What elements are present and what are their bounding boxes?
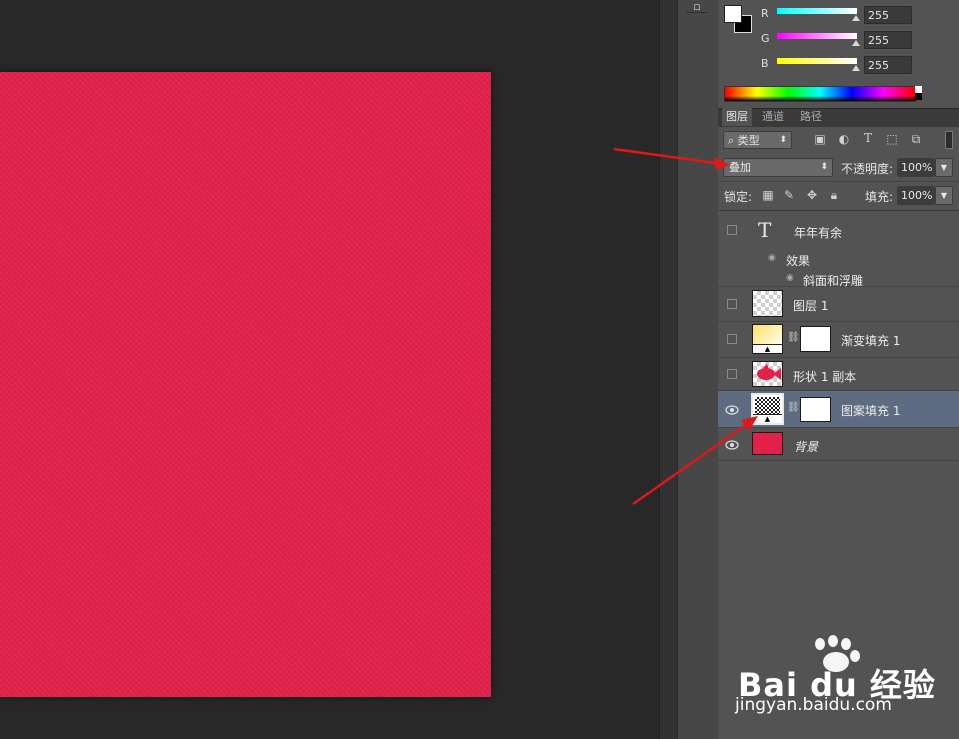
adjustment-marker-icon: ▲ <box>753 414 782 423</box>
fill-dropdown-button[interactable]: ▼ <box>935 186 953 205</box>
fill-label: 填充: <box>865 190 894 204</box>
divider <box>718 181 959 182</box>
layer-filter-value: 类型 <box>737 134 760 147</box>
effects-label: 效果 <box>786 254 811 268</box>
eye-icon[interactable] <box>725 439 739 450</box>
channel-r-slider-handle[interactable] <box>852 15 860 21</box>
layer-name[interactable]: 背景 <box>794 438 818 455</box>
dock-tool-button[interactable]: ▫ <box>686 0 708 13</box>
layer-name[interactable]: 形状 1 副本 <box>793 368 856 385</box>
search-icon: ⌕ <box>728 134 735 147</box>
eye-icon[interactable] <box>725 404 739 415</box>
chevron-down-icon: ▼ <box>940 163 948 172</box>
lock-paint-brush-icon[interactable]: ✎ <box>781 188 797 202</box>
fill-input[interactable]: 100% <box>897 186 935 205</box>
channel-b-input[interactable]: 255 <box>864 56 912 74</box>
watermark-url: jingyan.baidu.com <box>735 695 892 715</box>
visibility-toggle[interactable] <box>727 299 737 309</box>
layer-name[interactable]: 年年有余 <box>794 224 842 241</box>
chevron-down-icon: ▼ <box>940 191 948 200</box>
adjustment-filter-icon[interactable]: ◐ <box>836 132 852 146</box>
panel-collapse-strip <box>659 0 677 739</box>
smart-object-filter-icon[interactable]: ⧉ <box>908 132 924 147</box>
layer-mask-thumbnail[interactable] <box>800 326 831 352</box>
lock-label: 锁定: <box>724 190 753 204</box>
channel-g-label: G <box>761 32 770 45</box>
foreground-color-swatch[interactable] <box>724 5 742 23</box>
updown-arrow-icon: ⬍ <box>779 135 787 145</box>
opacity-input[interactable]: 100% <box>897 158 935 177</box>
pattern-thumbnail: ▲ <box>751 393 784 425</box>
shape-filter-icon[interactable]: ⬚ <box>884 132 900 146</box>
adjustment-marker-icon: ▲ <box>753 344 782 353</box>
pixel-filter-icon[interactable]: ▣ <box>812 132 828 146</box>
lock-all-padlock-icon[interactable]: 🔒︎ <box>826 188 842 203</box>
layer-thumbnail <box>752 290 783 317</box>
blend-mode-value: 叠加 <box>729 161 751 174</box>
pattern-preview <box>755 397 780 414</box>
channel-g-slider-handle[interactable] <box>852 40 860 46</box>
gradient-thumbnail: ▲ <box>752 324 783 354</box>
spectrum-black-swatch[interactable] <box>915 93 922 100</box>
channel-r-label: R <box>761 7 769 20</box>
eye-icon[interactable]: ◉ <box>768 253 776 263</box>
chain-link-icon[interactable]: ⛓︎ <box>787 402 800 413</box>
channel-r-input[interactable]: 255 <box>864 6 912 24</box>
visibility-toggle[interactable] <box>727 369 737 379</box>
visibility-toggle[interactable] <box>727 225 737 235</box>
channel-b-label: B <box>761 57 769 70</box>
color-spectrum-bar[interactable] <box>724 86 916 102</box>
collapsed-panel-dock <box>677 0 719 739</box>
tab-layers[interactable]: 图层 <box>722 108 752 126</box>
document-canvas[interactable] <box>0 72 491 697</box>
lock-transparent-icon[interactable]: ▦ <box>760 188 776 202</box>
chain-link-icon[interactable]: ⛓︎ <box>787 332 800 343</box>
visibility-toggle[interactable] <box>727 334 737 344</box>
fish-shape-icon <box>757 364 781 380</box>
eye-icon[interactable]: ◉ <box>786 273 794 283</box>
channel-g-slider[interactable] <box>777 33 857 39</box>
tab-paths[interactable]: 路径 <box>795 108 827 126</box>
channel-b-slider-handle[interactable] <box>852 65 860 71</box>
opacity-label: 不透明度: <box>841 162 894 176</box>
spectrum-white-swatch[interactable] <box>915 86 922 93</box>
layer-filter-select[interactable]: ⌕ 类型 ⬍ <box>723 131 792 149</box>
panel-tab-bar <box>718 108 959 127</box>
channel-g-input[interactable]: 255 <box>864 31 912 49</box>
text-layer-icon: T <box>758 218 772 242</box>
channel-r-slider[interactable] <box>777 8 857 14</box>
tab-channels[interactable]: 通道 <box>757 108 789 126</box>
layer-mask-thumbnail[interactable] <box>800 397 831 422</box>
type-filter-icon[interactable]: T <box>860 131 876 145</box>
opacity-dropdown-button[interactable]: ▼ <box>935 158 953 177</box>
background-thumbnail <box>752 432 783 455</box>
layer-name[interactable]: 图层 1 <box>793 297 828 314</box>
layer-name[interactable]: 渐变填充 1 <box>841 332 900 349</box>
layer-name[interactable]: 图案填充 1 <box>841 402 900 419</box>
blend-mode-select[interactable]: 叠加 ⬍ <box>723 158 833 177</box>
updown-arrow-icon: ⬍ <box>820 162 828 172</box>
channel-b-slider[interactable] <box>777 58 857 64</box>
lock-position-move-icon[interactable]: ✥ <box>804 188 820 202</box>
layer-thumbnail <box>752 361 783 387</box>
filter-toggle-switch[interactable] <box>945 131 953 149</box>
